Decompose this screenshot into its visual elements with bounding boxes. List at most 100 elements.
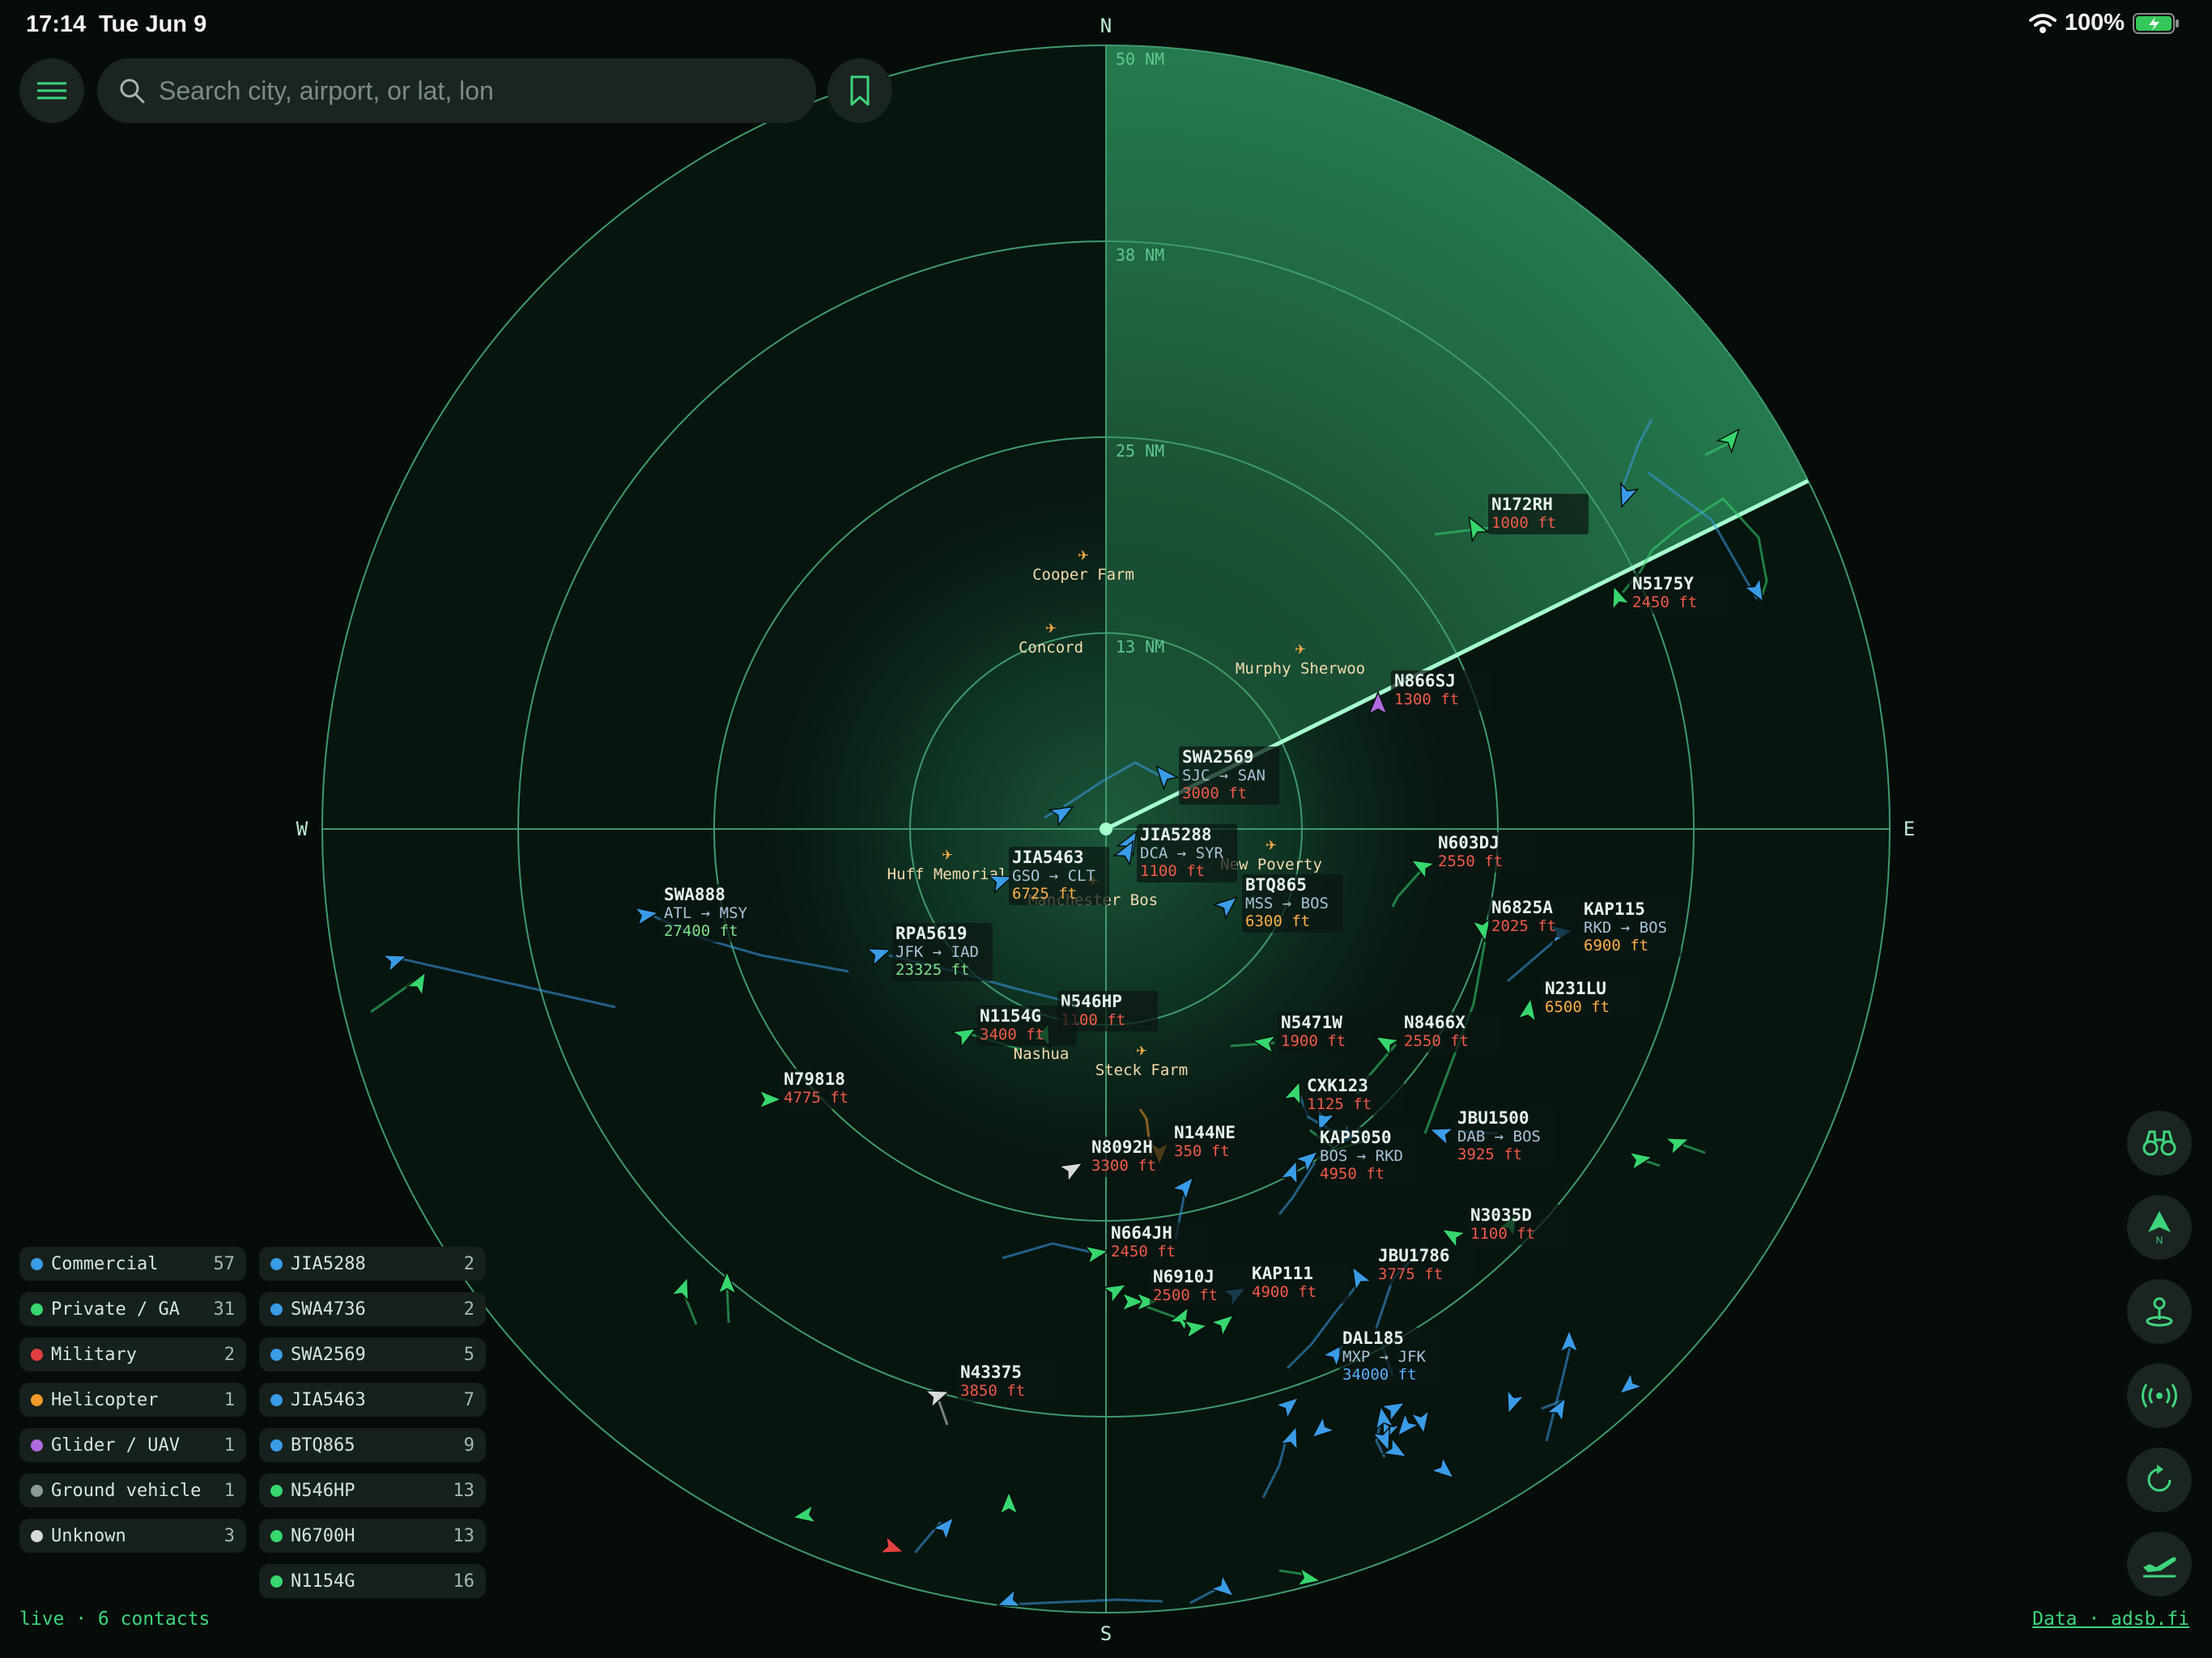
- category-color-dot: [31, 1303, 43, 1316]
- aircraft-altitude: 3850 ft: [960, 1382, 1025, 1400]
- category-color-dot: [270, 1439, 283, 1452]
- search-bar[interactable]: [97, 58, 816, 123]
- category-chip[interactable]: Helicopter 1: [19, 1383, 246, 1417]
- aircraft-callsign[interactable]: N866SJ: [1394, 671, 1456, 691]
- aircraft-callsign[interactable]: SWA888: [664, 885, 725, 904]
- aircraft-callsign[interactable]: N43375: [960, 1363, 1022, 1382]
- aircraft-callsign[interactable]: N231LU: [1545, 979, 1606, 998]
- aircraft-callsign[interactable]: CXK123: [1307, 1076, 1368, 1095]
- cardinal-south: S: [1100, 1622, 1112, 1645]
- airport-icon: ✈: [1136, 1040, 1146, 1061]
- data-source-link[interactable]: Data · adsb.fi: [2032, 1609, 2189, 1630]
- chip-label: Private / GA: [51, 1299, 180, 1320]
- aircraft-route: MXP → JFK: [1342, 1348, 1427, 1366]
- chip-count: 9: [463, 1435, 474, 1456]
- chip-count: 31: [213, 1299, 236, 1320]
- antenna-button[interactable]: [2127, 1363, 2192, 1428]
- category-chip[interactable]: Ground vehicle 1: [19, 1473, 246, 1507]
- aircraft-altitude: 2450 ft: [1632, 593, 1697, 611]
- aircraft-altitude: 1300 ft: [1394, 691, 1459, 708]
- aircraft-altitude: 2550 ft: [1438, 852, 1503, 870]
- aircraft-callsign[interactable]: BTQ865: [1245, 875, 1307, 895]
- home-position: [1100, 823, 1112, 835]
- aircraft-route: DAB → BOS: [1457, 1128, 1541, 1146]
- tracked-flight-chip[interactable]: BTQ865 9: [259, 1428, 486, 1462]
- category-chip[interactable]: Glider / UAV 1: [19, 1428, 246, 1462]
- aircraft-callsign[interactable]: JBU1500: [1457, 1108, 1529, 1128]
- chip-count: 5: [463, 1344, 474, 1365]
- aircraft-callsign[interactable]: N144NE: [1174, 1123, 1236, 1142]
- chip-count: 13: [453, 1525, 475, 1546]
- aircraft-callsign[interactable]: KAP115: [1584, 899, 1645, 919]
- svg-text:N: N: [2156, 1235, 2163, 1245]
- tracked-flight-chip[interactable]: SWA4736 2: [259, 1292, 486, 1326]
- chip-count: 7: [463, 1389, 474, 1410]
- aircraft-callsign[interactable]: N603DJ: [1438, 833, 1499, 852]
- aircraft-callsign[interactable]: N8092H: [1091, 1137, 1153, 1157]
- aircraft-altitude: 1000 ft: [1491, 514, 1556, 532]
- aircraft-altitude: 2025 ft: [1491, 917, 1556, 935]
- aircraft-callsign[interactable]: N5471W: [1281, 1013, 1342, 1032]
- category-color-dot: [31, 1393, 43, 1406]
- tracked-flight-chip[interactable]: JIA5288 2: [259, 1247, 486, 1281]
- tracked-flight-chip[interactable]: N6700H 13: [259, 1519, 486, 1553]
- aircraft-altitude: 6725 ft: [1012, 885, 1077, 903]
- chip-count: 2: [463, 1253, 474, 1274]
- tracked-flight-chip[interactable]: N546HP 13: [259, 1473, 486, 1507]
- chip-count: 3: [223, 1525, 235, 1546]
- aircraft-callsign[interactable]: N664JH: [1111, 1223, 1172, 1243]
- category-chip[interactable]: Commercial 57: [19, 1247, 246, 1281]
- tracked-flight-chip[interactable]: SWA2569 5: [259, 1337, 486, 1371]
- menu-button[interactable]: [19, 58, 84, 123]
- aircraft-altitude: 2450 ft: [1111, 1243, 1176, 1261]
- refresh-button[interactable]: [2127, 1448, 2192, 1512]
- binoculars-button[interactable]: [2127, 1111, 2192, 1175]
- aircraft-callsign[interactable]: RPA5619: [895, 924, 968, 943]
- category-chip[interactable]: Unknown 3: [19, 1519, 246, 1553]
- category-chip[interactable]: Military 2: [19, 1337, 246, 1371]
- chip-label: Unknown: [51, 1525, 126, 1546]
- north-arrow-icon: N: [2148, 1211, 2171, 1245]
- airport-label: Steck Farm: [1095, 1061, 1188, 1079]
- tracked-flight-chip[interactable]: N1154G 16: [259, 1564, 486, 1598]
- aircraft-callsign[interactable]: N8466X: [1404, 1013, 1465, 1032]
- chip-count: 2: [463, 1299, 474, 1320]
- aircraft-callsign[interactable]: N79818: [784, 1069, 845, 1089]
- aircraft-callsign[interactable]: N172RH: [1491, 495, 1553, 514]
- departures-button[interactable]: [2127, 1532, 2192, 1596]
- aircraft-callsign[interactable]: KAP111: [1252, 1264, 1313, 1283]
- category-color-dot: [270, 1575, 283, 1588]
- aircraft-callsign[interactable]: N5175Y: [1632, 574, 1694, 593]
- binoculars-icon: [2142, 1130, 2176, 1156]
- aircraft-callsign[interactable]: JIA5463: [1012, 848, 1084, 867]
- category-color-dot: [270, 1529, 283, 1542]
- aircraft-callsign[interactable]: JIA5288: [1140, 825, 1212, 844]
- aircraft-callsign[interactable]: N3035D: [1470, 1205, 1532, 1225]
- status-date: Tue Jun 9: [99, 11, 207, 37]
- aircraft-callsign[interactable]: JBU1786: [1378, 1246, 1450, 1265]
- airport-label: Huff Memorial: [887, 865, 1008, 883]
- status-time: 17:14: [26, 11, 87, 37]
- category-chip[interactable]: Private / GA 31: [19, 1292, 246, 1326]
- aircraft-altitude: 4900 ft: [1252, 1283, 1317, 1301]
- chip-count: 16: [453, 1571, 475, 1592]
- aircraft-callsign[interactable]: N6910J: [1153, 1267, 1214, 1286]
- aircraft-callsign[interactable]: DAL185: [1342, 1329, 1404, 1348]
- chip-label: N546HP: [291, 1480, 355, 1501]
- search-input[interactable]: [157, 74, 776, 107]
- north-up-button[interactable]: N: [2127, 1195, 2192, 1260]
- aircraft-altitude: 4950 ft: [1320, 1165, 1385, 1183]
- location-button[interactable]: [2127, 1279, 2192, 1344]
- bookmark-button[interactable]: [827, 58, 892, 123]
- aircraft-callsign[interactable]: KAP5050: [1320, 1128, 1392, 1147]
- aircraft-callsign[interactable]: SWA2569: [1182, 747, 1254, 767]
- status-indicators: 100%: [2028, 10, 2180, 36]
- aircraft-altitude: 350 ft: [1174, 1142, 1230, 1160]
- aircraft-route: JFK → IAD: [895, 943, 979, 961]
- aircraft-altitude: 4775 ft: [784, 1089, 849, 1107]
- refresh-icon: [2147, 1465, 2172, 1492]
- aircraft-callsign[interactable]: N1154G: [980, 1006, 1041, 1026]
- aircraft-callsign[interactable]: N6825A: [1491, 898, 1553, 917]
- airport-icon: ✈: [1266, 835, 1276, 855]
- tracked-flight-chip[interactable]: JIA5463 7: [259, 1383, 486, 1417]
